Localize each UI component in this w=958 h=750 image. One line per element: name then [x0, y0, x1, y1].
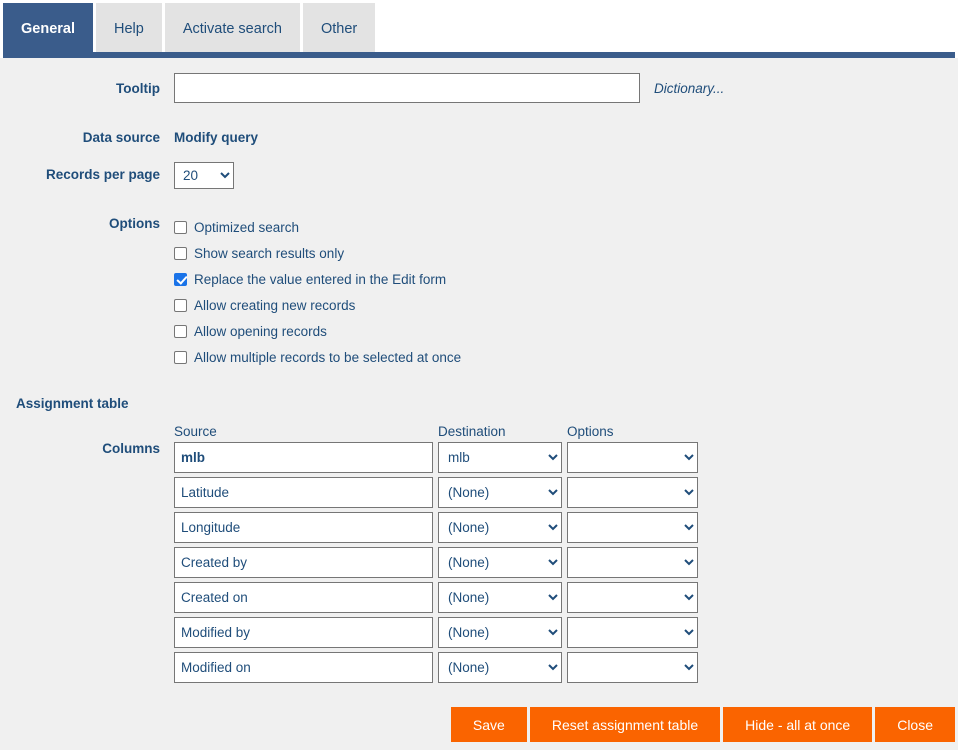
- column-header-destination: Destination: [438, 424, 506, 439]
- records-per-page-label: Records per page: [45, 167, 160, 182]
- dictionary-link[interactable]: Dictionary...: [654, 73, 724, 103]
- option-3[interactable]: Allow creating new records: [174, 292, 461, 318]
- tooltip-field-row: Tooltip Dictionary...: [0, 73, 940, 103]
- row-options-select[interactable]: [567, 477, 698, 508]
- option-label: Allow opening records: [194, 323, 327, 339]
- option-label: Allow multiple records to be selected at…: [194, 349, 462, 365]
- checkbox-icon[interactable]: [174, 220, 187, 234]
- options-row: Options Optimized search Show search resu…: [0, 214, 461, 370]
- assignment-table: Source Destination Options mlb (None) (Non…: [174, 424, 698, 687]
- table-row: mlb: [174, 442, 698, 473]
- row-options-select[interactable]: [567, 652, 698, 683]
- destination-select[interactable]: mlb: [438, 442, 562, 473]
- row-options-select[interactable]: [567, 582, 698, 613]
- assignment-table-heading: Assignment table: [16, 396, 129, 411]
- general-settings-panel: Tooltip Dictionary... Data source Modify…: [0, 58, 958, 750]
- tooltip-label: Tooltip: [116, 81, 160, 96]
- table-row: (None): [174, 582, 698, 613]
- data-source-label: Data source: [82, 130, 160, 145]
- checkbox-icon[interactable]: [174, 324, 187, 338]
- options-label: Options: [109, 216, 160, 231]
- checkbox-icon[interactable]: [174, 298, 187, 312]
- records-per-page-select[interactable]: 20: [174, 162, 234, 189]
- row-options-select[interactable]: [567, 547, 698, 578]
- tab-strip: General Help Activate search Other: [0, 0, 958, 58]
- tab-general[interactable]: General: [3, 3, 93, 55]
- source-input[interactable]: [174, 652, 433, 683]
- option-label: Show search results only: [194, 245, 345, 261]
- hide-all-at-once-button[interactable]: Hide - all at once: [723, 707, 873, 742]
- destination-select[interactable]: (None): [438, 512, 562, 543]
- destination-select[interactable]: (None): [438, 582, 562, 613]
- destination-select[interactable]: (None): [438, 477, 562, 508]
- table-row: (None): [174, 477, 698, 508]
- table-row: (None): [174, 617, 698, 648]
- source-input[interactable]: [174, 582, 433, 613]
- save-button[interactable]: Save: [450, 707, 527, 742]
- column-header-options: Options: [567, 424, 614, 439]
- table-row: (None): [174, 512, 698, 543]
- destination-select[interactable]: (None): [438, 652, 562, 683]
- tab-activate-search[interactable]: Activate search: [164, 3, 300, 55]
- option-label: Allow creating new records: [194, 297, 356, 313]
- source-input[interactable]: [174, 512, 433, 543]
- columns-label: Columns: [102, 441, 160, 456]
- tab-other[interactable]: Other: [302, 3, 376, 55]
- tab-list: General Help Activate search Other: [3, 3, 378, 55]
- records-per-page-row: Records per page 20: [0, 162, 234, 189]
- checkbox-icon[interactable]: [174, 350, 187, 364]
- option-2[interactable]: Replace the value entered in the Edit fo…: [174, 266, 461, 292]
- option-1[interactable]: Show search results only: [174, 240, 461, 266]
- row-options-select[interactable]: [567, 512, 698, 543]
- option-label: Replace the value entered in the Edit fo…: [194, 271, 447, 287]
- source-input[interactable]: [174, 477, 433, 508]
- assignment-table-header: Source Destination Options: [174, 424, 698, 442]
- tooltip-input[interactable]: [174, 73, 640, 103]
- column-header-source: Source: [174, 424, 217, 439]
- data-source-row: Data source Modify query: [0, 129, 258, 146]
- destination-select[interactable]: (None): [438, 617, 562, 648]
- table-row: (None): [174, 547, 698, 578]
- option-0[interactable]: Optimized search: [174, 214, 461, 240]
- option-5[interactable]: Allow multiple records to be selected at…: [174, 344, 461, 370]
- modify-query-link[interactable]: Modify query: [174, 129, 258, 146]
- table-row: (None): [174, 652, 698, 683]
- reset-assignment-table-button[interactable]: Reset assignment table: [529, 707, 721, 742]
- option-4[interactable]: Allow opening records: [174, 318, 461, 344]
- tab-help[interactable]: Help: [96, 3, 162, 55]
- close-button[interactable]: Close: [875, 707, 955, 742]
- source-input[interactable]: [174, 547, 433, 578]
- assignment-table-body: mlb (None) (None) (None) (None) (None) (None): [174, 442, 698, 683]
- option-label: Optimized search: [194, 219, 300, 235]
- destination-select[interactable]: (None): [438, 547, 562, 578]
- source-input[interactable]: [174, 617, 433, 648]
- checkbox-icon[interactable]: [174, 272, 187, 286]
- checkbox-icon[interactable]: [174, 246, 187, 260]
- row-options-select[interactable]: [567, 617, 698, 648]
- source-input[interactable]: [174, 442, 433, 473]
- options-checkbox-list: Optimized search Show search results only…: [174, 214, 461, 370]
- action-button-bar: Save Reset assignment table Hide - all at …: [0, 707, 958, 742]
- row-options-select[interactable]: [567, 442, 698, 473]
- columns-row: Columns Source Destination Options mlb (N…: [0, 424, 698, 687]
